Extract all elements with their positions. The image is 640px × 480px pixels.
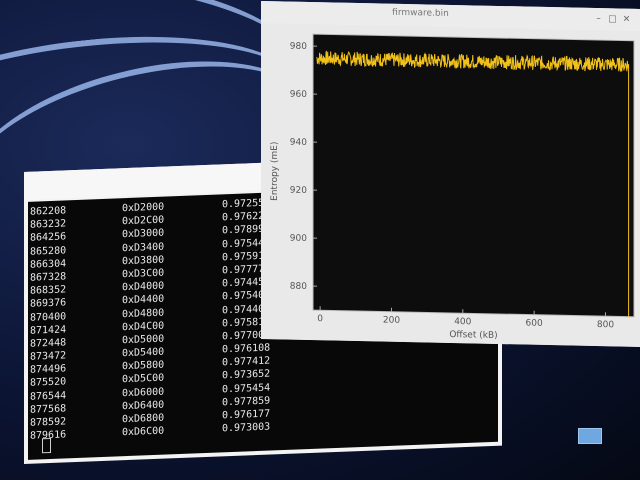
close-button[interactable]: ✕ xyxy=(621,15,632,26)
row-offset-hex: 0xD6C00 xyxy=(122,425,165,439)
plot-window[interactable]: firmware.bin – □ ✕ 880 900 920 940 960 980 0 20… xyxy=(261,1,640,347)
x-tick-label: 600 xyxy=(526,319,543,329)
x-tick-label: 800 xyxy=(597,320,614,330)
terminal-cursor xyxy=(42,437,51,454)
maximize-button[interactable]: □ xyxy=(607,14,618,25)
y-tick-label: 880 xyxy=(290,282,307,292)
y-axis-label: Entropy (mE) xyxy=(270,142,280,202)
tray-icon[interactable] xyxy=(578,428,602,444)
x-tick-label: 0 xyxy=(317,314,323,324)
row-entropy: 0.973003 xyxy=(222,421,271,435)
y-tick-label: 940 xyxy=(290,138,307,148)
plot-window-title: firmware.bin xyxy=(392,7,449,19)
x-axis-label: Offset (kB) xyxy=(449,330,497,341)
y-tick-label: 900 xyxy=(290,234,307,244)
plot-area xyxy=(312,33,635,318)
y-tick-label: 920 xyxy=(290,186,307,196)
entropy-chart[interactable]: 880 900 920 940 960 980 0 200 400 600 800 Offset (k… xyxy=(261,23,640,347)
x-tick-label: 400 xyxy=(454,317,471,327)
y-tick-label: 960 xyxy=(290,90,307,100)
y-tick-label: 980 xyxy=(290,42,307,52)
minimize-button[interactable]: – xyxy=(593,14,604,25)
x-tick-label: 200 xyxy=(383,316,400,326)
